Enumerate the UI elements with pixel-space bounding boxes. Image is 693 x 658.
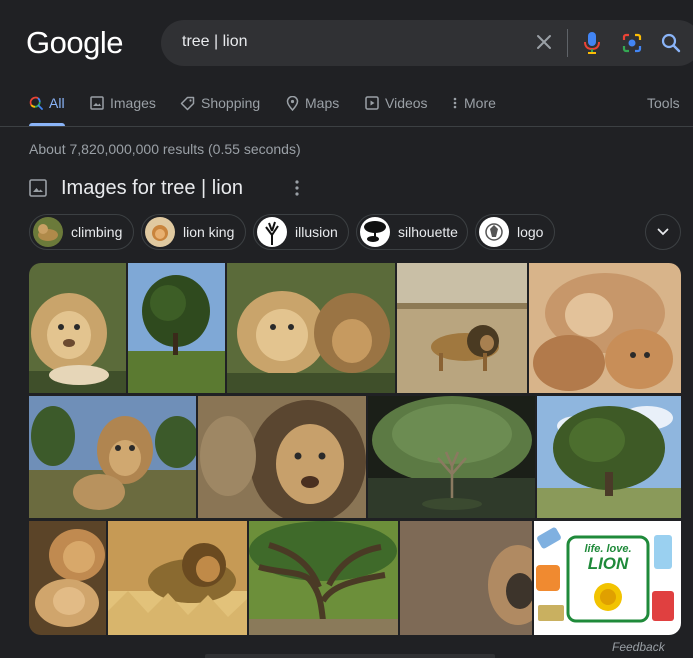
feedback-link[interactable]: Feedback <box>612 640 665 654</box>
tag-icon <box>180 96 195 111</box>
search-divider <box>567 29 568 57</box>
image-result-lioness-cubs[interactable] <box>529 263 681 393</box>
image-result-lion-cubs-2[interactable] <box>227 263 395 393</box>
chip-illusion[interactable]: illusion <box>253 214 349 250</box>
chip-silhouette[interactable]: silhouette <box>356 214 468 250</box>
image-grid: life. love. LION <box>29 263 681 635</box>
tab-images[interactable]: Images <box>90 95 156 125</box>
map-pin-icon <box>286 96 299 111</box>
image-result-lion-savanna[interactable] <box>397 263 527 393</box>
image-icon <box>90 96 104 110</box>
image-result-tree-illusion[interactable] <box>368 396 535 518</box>
more-options-icon[interactable] <box>290 178 304 198</box>
chip-thumbnail <box>479 217 509 247</box>
clear-icon[interactable] <box>534 32 554 52</box>
image-result-lions-resting[interactable] <box>29 521 106 635</box>
image-result-lion-blurred[interactable] <box>400 521 532 635</box>
image-result-angel-oak[interactable] <box>249 521 398 635</box>
tab-label: Videos <box>385 95 428 111</box>
tab-label: Shopping <box>201 95 261 111</box>
more-vert-icon <box>453 97 457 109</box>
chip-logo[interactable]: logo <box>475 214 555 250</box>
chips-next-button[interactable] <box>645 214 681 250</box>
active-tab-indicator <box>29 123 65 126</box>
chip-climbing[interactable]: climbing <box>29 214 134 250</box>
image-result-lion-cubs[interactable] <box>29 263 126 393</box>
tools-button[interactable]: Tools <box>647 95 680 111</box>
tab-label: Maps <box>305 95 340 111</box>
result-stats: About 7,820,000,000 results (0.55 second… <box>29 141 301 157</box>
image-result-male-lion[interactable] <box>198 396 366 518</box>
image-result-tree-field[interactable] <box>128 263 225 393</box>
search-icon[interactable] <box>660 32 682 54</box>
tab-label: More <box>464 95 496 111</box>
tab-label: Images <box>110 95 156 111</box>
chip-thumbnail <box>145 217 175 247</box>
tab-shopping[interactable]: Shopping <box>180 95 260 125</box>
tab-maps[interactable]: Maps <box>286 95 339 125</box>
chip-thumbnail <box>33 217 63 247</box>
image-result-large-tree[interactable] <box>537 396 681 518</box>
google-lens-icon[interactable] <box>621 32 643 54</box>
tab-label: All <box>49 95 65 111</box>
more-results-bar[interactable] <box>205 654 495 658</box>
tab-all[interactable]: All <box>29 95 65 125</box>
chip-lion-king[interactable]: lion king <box>141 214 246 250</box>
image-result-lion-logo[interactable]: life. love. LION <box>534 521 681 635</box>
search-colored-icon <box>29 96 43 110</box>
search-tabs: All Images Shopping Maps Videos More Too… <box>0 90 693 127</box>
logo-brand-text: LION <box>587 554 629 573</box>
images-heading: Images for tree | lion <box>29 174 243 202</box>
chevron-down-icon <box>657 228 669 236</box>
tab-videos[interactable]: Videos <box>365 95 428 125</box>
search-box[interactable]: tree | lion <box>161 20 693 66</box>
image-icon <box>29 179 47 197</box>
header: Google tree | lion <box>0 0 693 90</box>
tab-more[interactable]: More <box>452 95 496 125</box>
play-icon <box>365 96 379 110</box>
microphone-icon[interactable] <box>582 31 602 55</box>
search-input[interactable]: tree | lion <box>182 33 248 51</box>
image-result-lion-grass[interactable] <box>108 521 247 635</box>
image-result-lioness[interactable] <box>29 396 196 518</box>
images-section-title[interactable]: Images for tree | lion <box>61 177 243 200</box>
chip-thumbnail <box>257 217 287 247</box>
chip-thumbnail <box>360 217 390 247</box>
google-logo[interactable]: Google <box>26 25 123 61</box>
